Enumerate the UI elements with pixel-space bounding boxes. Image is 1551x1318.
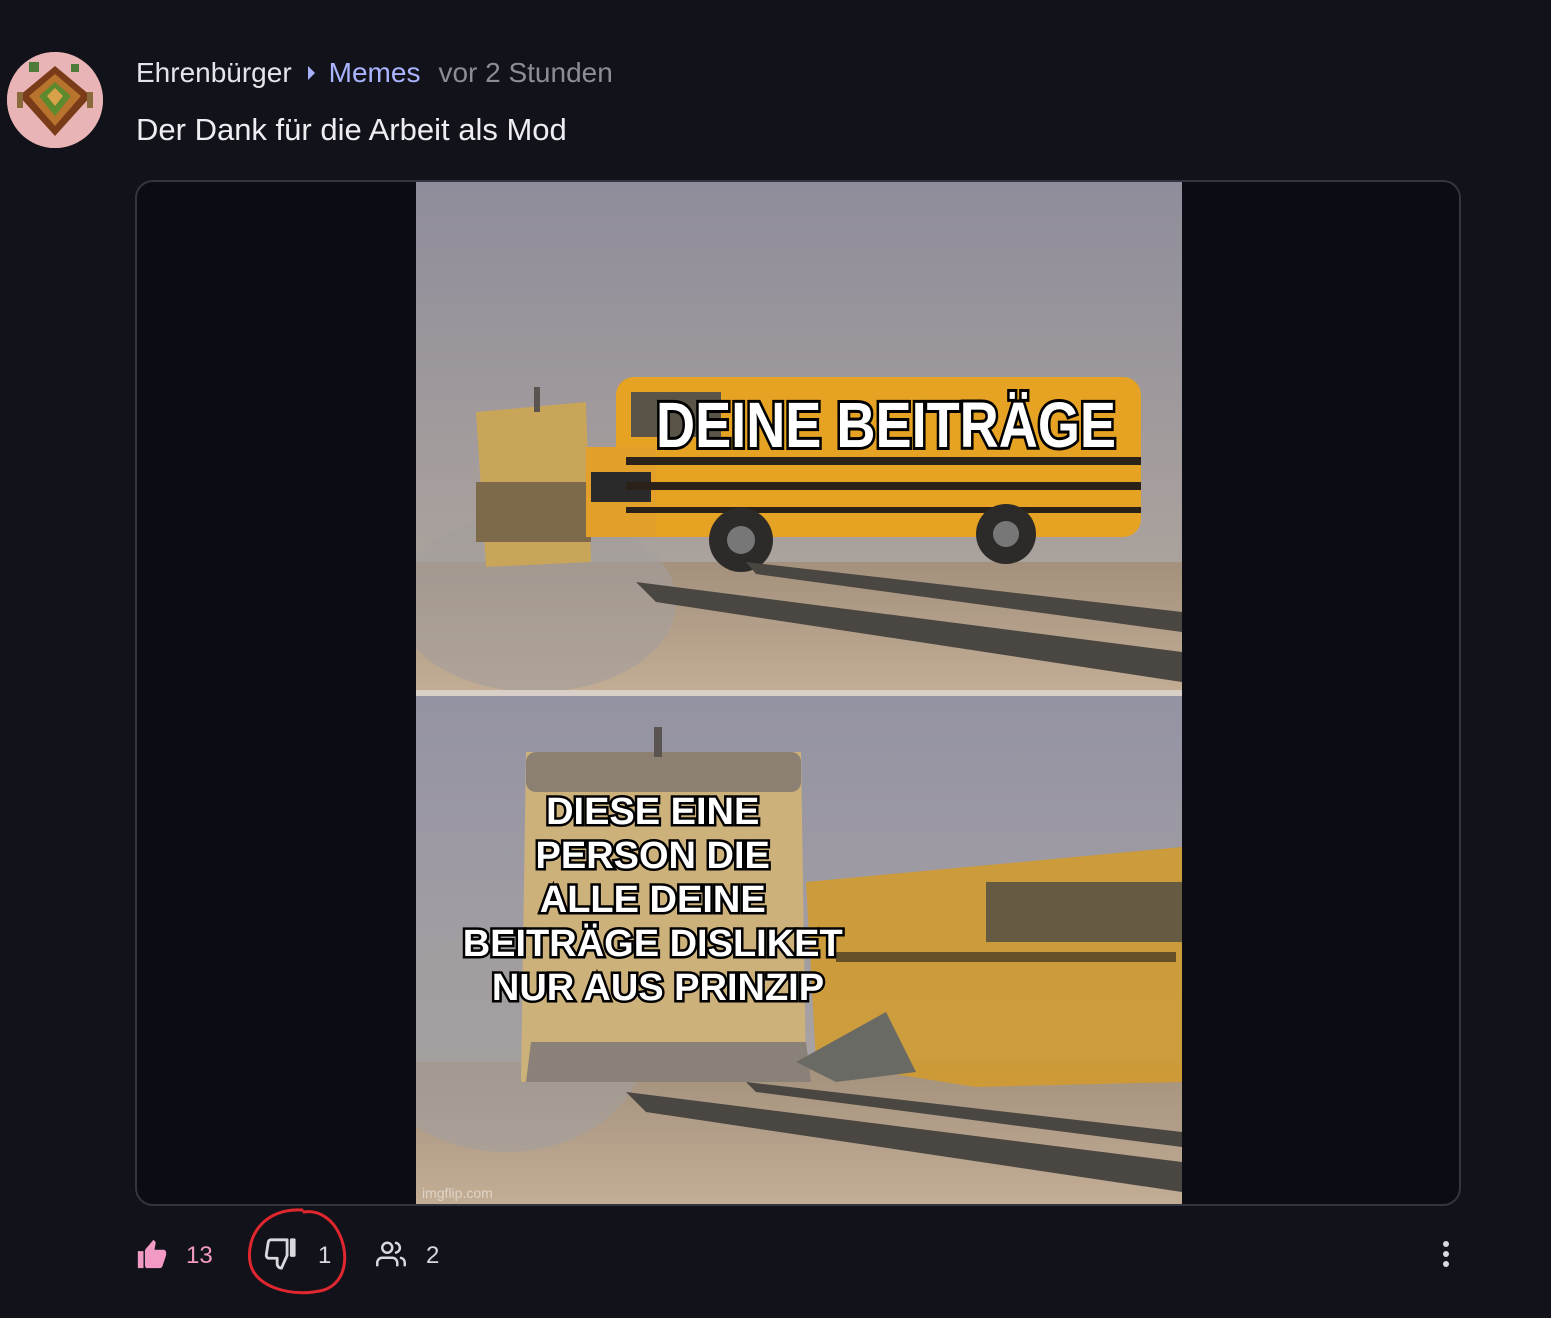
upvote-count: 13	[186, 1242, 213, 1269]
more-options-button[interactable]	[1436, 1226, 1456, 1286]
caret-right-icon	[307, 66, 315, 80]
more-vertical-icon	[1436, 1239, 1456, 1274]
post-media-frame[interactable]: DEINE BEITRÄGE DIESE EINE PERSON DIE ALL…	[135, 180, 1461, 1206]
post-actions-bar: 13 1 2	[0, 1226, 1551, 1286]
post-title[interactable]: Der Dank für die Arbeit als Mod	[136, 112, 567, 148]
meme-bottom-caption-line: DIESE EINE	[546, 791, 759, 833]
post-timestamp: vor 2 Stunden	[438, 57, 613, 88]
meme-bottom-caption-line: NUR AUS PRINZIP	[492, 967, 824, 1009]
meme-watermark: imgflip.com	[422, 1185, 493, 1201]
author-avatar[interactable]	[7, 52, 103, 148]
downvote-button[interactable]: 1	[262, 1226, 331, 1286]
meme-top-caption: DEINE BEITRÄGE	[656, 389, 1116, 461]
community-link[interactable]: Memes	[329, 57, 421, 89]
post-card: Ehrenbürger Memes vor 2 Stunden Der Dank…	[0, 0, 1551, 1318]
post-meta: Ehrenbürger Memes vor 2 Stunden	[136, 54, 613, 92]
crosspost-button[interactable]: 2	[374, 1226, 439, 1286]
meme-bottom-caption-line: BEITRÄGE DISLIKET	[463, 922, 843, 965]
meme-bottom-caption-line: ALLE DEINE	[540, 879, 766, 921]
author-name[interactable]: Ehrenbürger	[136, 57, 292, 89]
users-icon	[374, 1239, 408, 1274]
meme-graphic: DEINE BEITRÄGE DIESE EINE PERSON DIE ALL…	[416, 182, 1182, 1204]
thumbs-down-icon	[262, 1237, 298, 1276]
avatar-image	[7, 52, 103, 148]
downvote-count: 1	[318, 1242, 332, 1269]
upvote-button[interactable]: 13	[134, 1226, 213, 1286]
meme-bottom-caption-line: PERSON DIE	[536, 835, 770, 877]
meme-image[interactable]: DEINE BEITRÄGE DIESE EINE PERSON DIE ALL…	[416, 182, 1182, 1204]
crosspost-count: 2	[426, 1242, 440, 1269]
thumbs-up-icon	[134, 1237, 170, 1276]
